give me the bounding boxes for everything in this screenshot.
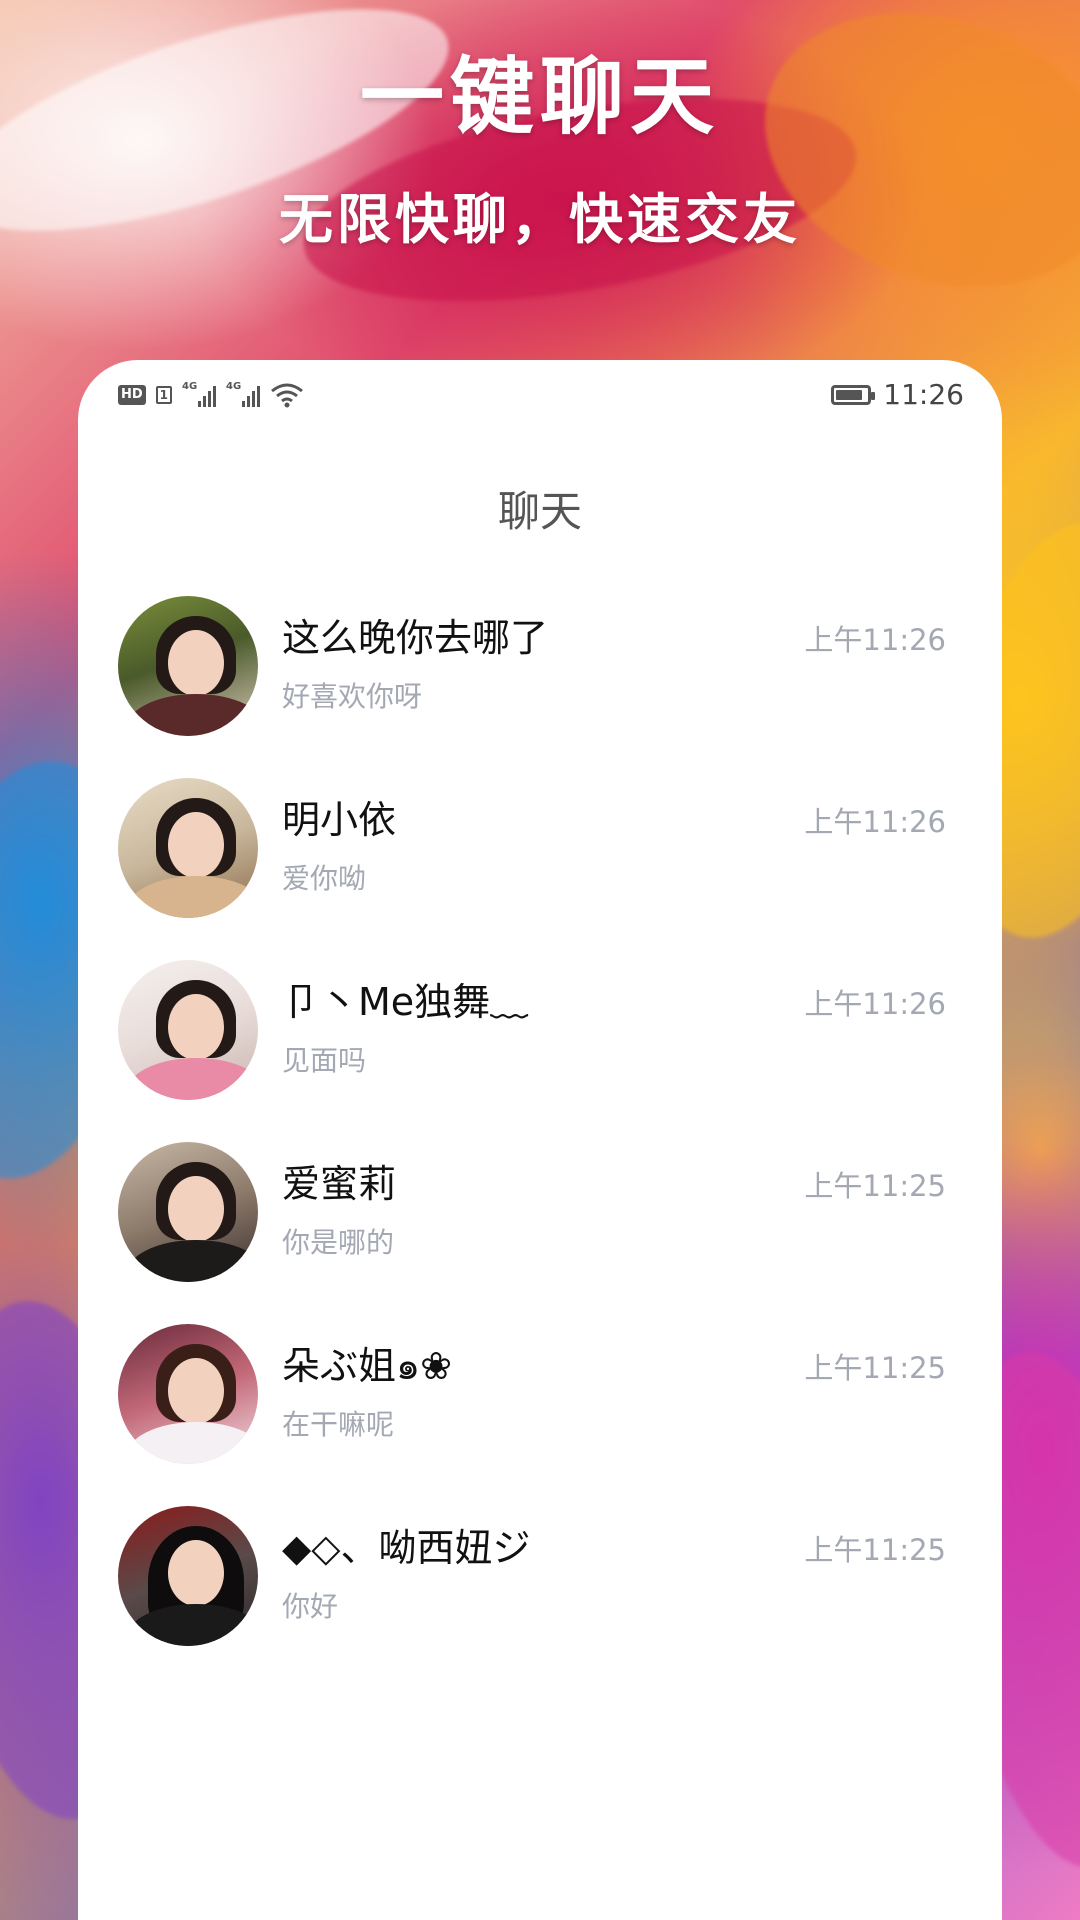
chat-list: 这么晚你去哪了 好喜欢你呀 上午11:26 明小依 爱你呦 上午11:26 卩丶…	[78, 593, 1002, 1685]
chat-preview: 在干嘛呢	[282, 1408, 395, 1441]
chat-list-item[interactable]: 卩丶Me独舞﹏ 见面吗 上午11:26	[78, 957, 1002, 1139]
hd-voice-icon: HD	[118, 385, 146, 405]
status-clock: 11:26	[883, 378, 964, 411]
status-left-icons: HD 1 4G 4G	[118, 381, 304, 408]
chat-time: 上午11:26	[804, 987, 946, 1021]
chat-name: 明小依	[282, 798, 397, 842]
chat-time: 上午11:25	[804, 1533, 946, 1567]
chat-list-item[interactable]: 这么晚你去哪了 好喜欢你呀 上午11:26	[78, 593, 1002, 775]
chat-list-item[interactable]: 明小依 爱你呦 上午11:26	[78, 775, 1002, 957]
battery-level-fill	[836, 389, 863, 400]
chat-preview: 你好	[282, 1590, 339, 1623]
chat-name: 朵ぶ姐๑❀	[282, 1344, 452, 1388]
status-right-icons: 11:26	[831, 378, 964, 411]
chat-name: 这么晚你去哪了	[282, 616, 549, 660]
network-type-label: 4G	[182, 381, 198, 392]
chat-time: 上午11:26	[804, 623, 946, 657]
chat-time: 上午11:25	[804, 1351, 946, 1385]
chat-time: 上午11:26	[804, 805, 946, 839]
chat-list-item[interactable]: ◆◇、呦西妞ジ 你好 上午11:25	[78, 1503, 1002, 1685]
avatar[interactable]	[118, 778, 258, 918]
status-bar: HD 1 4G 4G 11:26	[78, 360, 1002, 432]
chat-name: 卩丶Me独舞﹏	[282, 980, 529, 1024]
page-title: 聊天	[497, 487, 582, 536]
promo-headline: 一键聊天	[359, 47, 720, 146]
promo-subline: 无限快聊，快速交友	[279, 187, 801, 251]
sim-icon: 1	[155, 386, 173, 404]
avatar[interactable]	[118, 1324, 258, 1464]
avatar[interactable]	[118, 960, 258, 1100]
chat-preview: 见面吗	[282, 1044, 367, 1077]
avatar[interactable]	[118, 1142, 258, 1282]
chat-name: 爱蜜莉	[282, 1162, 397, 1206]
avatar[interactable]	[118, 1506, 258, 1646]
chat-time: 上午11:25	[804, 1169, 946, 1203]
chat-preview: 爱你呦	[282, 862, 367, 895]
avatar[interactable]	[118, 596, 258, 736]
chat-list-item[interactable]: 爱蜜莉 你是哪的 上午11:25	[78, 1139, 1002, 1321]
chat-preview: 好喜欢你呀	[282, 680, 423, 713]
phone-screen: HD 1 4G 4G 11:26 聊天 这么晚你去哪了 好喜欢你呀 上午11:2…	[78, 360, 1002, 1920]
battery-icon	[831, 384, 876, 405]
wifi-icon	[271, 383, 303, 408]
chat-preview: 你是哪的	[282, 1226, 395, 1259]
cellular-signal-icon-2: 4G	[226, 381, 261, 407]
chat-list-item[interactable]: 朵ぶ姐๑❀ 在干嘛呢 上午11:25	[78, 1321, 1002, 1503]
chat-name: ◆◇、呦西妞ジ	[282, 1526, 531, 1570]
network-type-label-2: 4G	[226, 381, 242, 392]
cellular-signal-icon: 4G	[182, 381, 217, 407]
